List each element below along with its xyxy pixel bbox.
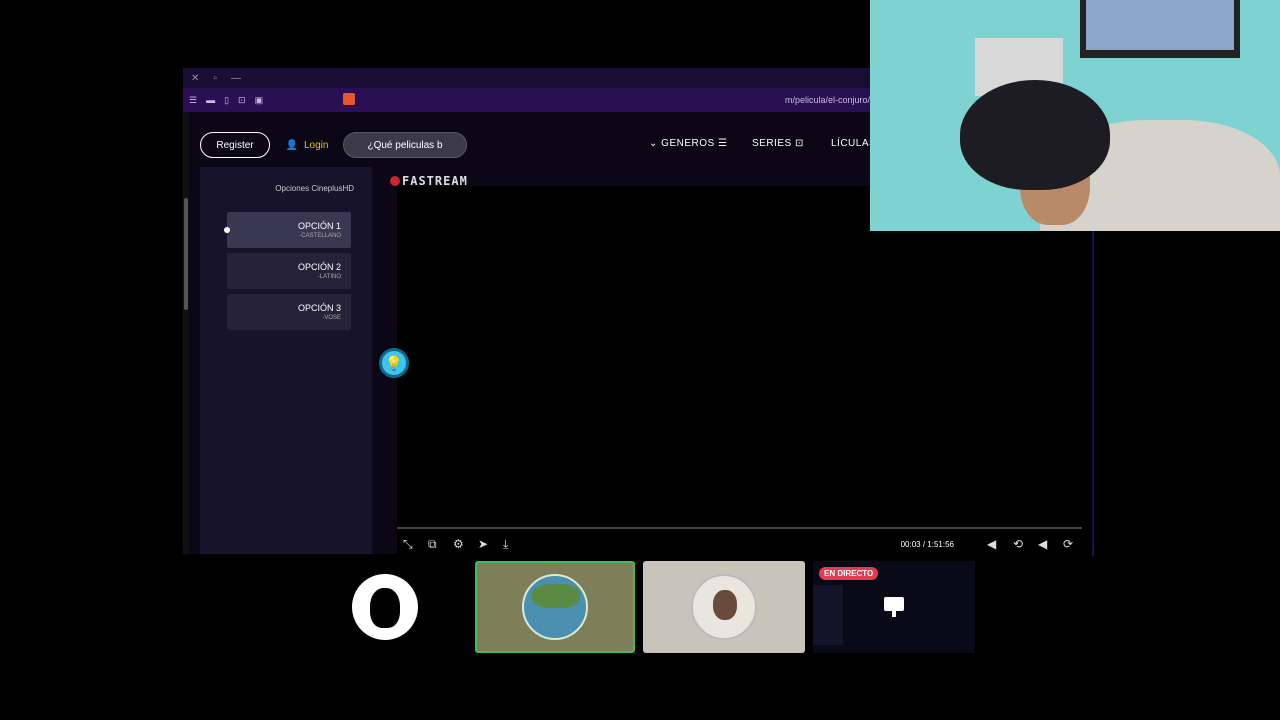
participant-tile[interactable]	[475, 561, 635, 653]
video-player[interactable]: ⤡ ⧉ ⚙ ➤ ⤓ 00:03 / 1:51:56 ◀ ⟲ ◀ ⟳	[397, 186, 1094, 556]
search-input[interactable]: ¿Qué peliculas b	[343, 132, 467, 158]
fullscreen-icon[interactable]: ⤡	[403, 537, 413, 552]
option-3[interactable]: OPCIÓN 3 -VOSE	[227, 294, 351, 330]
share-icon[interactable]: ➤	[478, 537, 488, 551]
screenshare-preview	[813, 585, 843, 645]
browser-titlebar: ✕ ▫ —	[183, 68, 870, 88]
login-label: Login	[303, 139, 329, 151]
nav-series[interactable]: SERIES ⊡	[752, 138, 804, 149]
screenshot-icon[interactable]: ▣	[255, 95, 264, 106]
brand-logo-icon	[390, 176, 400, 186]
lightbulb-icon[interactable]: 💡	[379, 348, 409, 378]
avatar	[352, 574, 418, 640]
live-badge: EN DIRECTO	[819, 567, 879, 580]
nav-generos[interactable]: ⌄ GENEROS ☰	[649, 138, 727, 149]
participant-tile[interactable]	[643, 561, 805, 653]
stream-stage: ✕ ▫ — ☰ ▬ ▯ ⊡ ▣ m/pelicula/el-conjuro/ R…	[0, 0, 1280, 720]
minimize-window-icon[interactable]: —	[231, 73, 241, 84]
menu-icon[interactable]: ☰	[189, 95, 197, 106]
selected-indicator	[224, 227, 230, 233]
maximize-window-icon[interactable]: ▫	[213, 73, 217, 84]
webcam-feed	[870, 0, 1280, 231]
screenshare-tile[interactable]: EN DIRECTO	[813, 561, 975, 653]
sidebar-icon[interactable]: ▯	[224, 95, 229, 106]
option-label: OPCIÓN 2	[297, 262, 341, 272]
time-display: 00:03 / 1:51:56	[900, 540, 954, 549]
close-window-icon[interactable]: ✕	[191, 73, 199, 84]
page-scrollbar[interactable]	[183, 112, 189, 554]
progress-bar[interactable]	[397, 527, 1082, 529]
player-controls: ⤡ ⧉ ⚙ ➤ ⤓ 00:03 / 1:51:56 ◀ ⟲ ◀ ⟳	[397, 537, 1082, 555]
shield-icon[interactable]	[343, 93, 355, 105]
scrollbar-thumb[interactable]	[184, 198, 188, 310]
option-label: OPCIÓN 1	[297, 221, 341, 231]
monitor-icon	[884, 597, 904, 617]
option-sub: -CASTELLANO	[299, 233, 341, 239]
option-1[interactable]: OPCIÓN 1 -CASTELLANO	[224, 212, 351, 248]
option-2[interactable]: OPCIÓN 2 -LATINO	[227, 253, 351, 289]
options-panel: Opciones CineplusHD OPCIÓN 1 -CASTELLANO…	[200, 167, 372, 554]
address-bar[interactable]: m/pelicula/el-conjuro/	[785, 95, 870, 105]
option-sub: -LATINO	[317, 274, 341, 280]
option-sub: -VOSE	[322, 315, 341, 321]
register-button[interactable]: Register	[200, 132, 270, 158]
person-headset	[960, 80, 1110, 190]
participant-tile[interactable]	[304, 561, 466, 653]
download-icon[interactable]: ⤓	[503, 537, 508, 552]
options-title: Opciones CineplusHD	[275, 184, 354, 193]
pip-icon[interactable]: ⧉	[428, 537, 437, 552]
option-label: OPCIÓN 3	[297, 303, 341, 313]
nav-generos-label: GENEROS	[661, 138, 715, 149]
collections-icon[interactable]: ⊡	[238, 95, 246, 106]
avatar	[522, 574, 588, 640]
forward-icon[interactable]: ⟳	[1063, 537, 1073, 551]
nav-series-label: SERIES	[752, 138, 792, 149]
login-button[interactable]: 👤 Login	[281, 132, 333, 158]
user-icon: 👤	[285, 139, 298, 151]
avatar	[691, 574, 757, 640]
settings-icon[interactable]: ⚙	[453, 537, 464, 551]
tv-screen	[1086, 0, 1234, 50]
extensions-icon[interactable]: ▬	[206, 95, 215, 105]
browser-toolbar: ☰ ▬ ▯ ⊡ ▣ m/pelicula/el-conjuro/	[183, 88, 870, 112]
play-icon[interactable]: ◀	[1038, 537, 1047, 551]
rewind-icon[interactable]: ⟲	[1013, 537, 1023, 551]
volume-icon[interactable]: ◀	[987, 537, 996, 551]
